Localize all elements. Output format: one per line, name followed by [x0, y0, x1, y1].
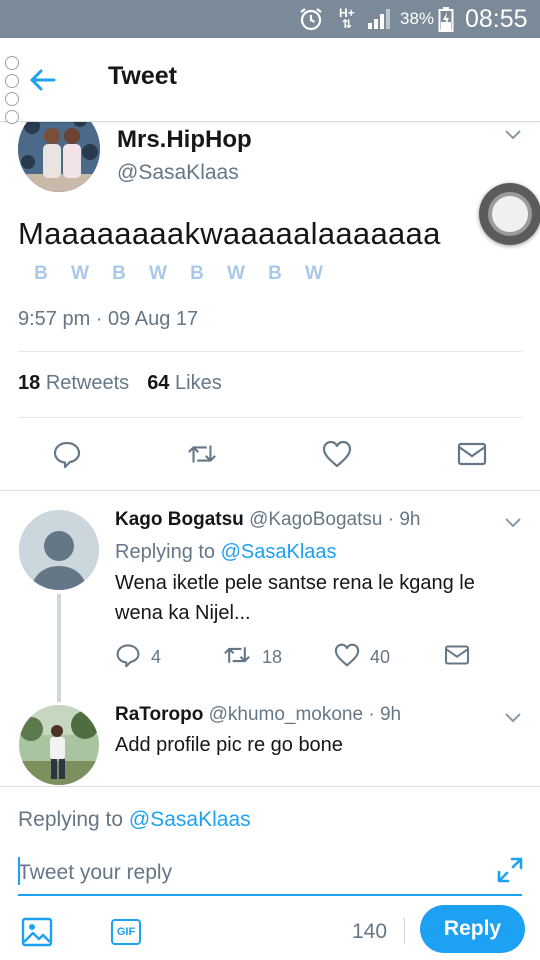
reply-text: Add profile pic re go bone	[115, 734, 343, 756]
retweets-stat[interactable]: 18 Retweets	[18, 372, 129, 395]
status-bar: H+ ⇅ 38% 08:55	[0, 0, 540, 38]
image-icon[interactable]	[19, 914, 55, 950]
compose-reply-context: Replying to @SasaKlaas	[18, 808, 251, 831]
divider	[18, 417, 522, 418]
assistive-touch-button[interactable]	[479, 183, 540, 245]
emoji-w: W	[71, 263, 89, 284]
retweet-count: 18	[262, 646, 283, 667]
reply-reply-action[interactable]: 4	[115, 642, 162, 673]
reply-icon[interactable]	[51, 438, 83, 470]
reply-share-action[interactable]	[444, 644, 470, 670]
reply-header: RaToropo @khumo_mokone · 9h	[115, 704, 401, 726]
reply-button[interactable]: Reply	[420, 905, 525, 953]
like-icon[interactable]	[334, 643, 360, 672]
share-mail-icon[interactable]	[444, 644, 470, 671]
divider	[404, 918, 405, 944]
app-bar: Tweet	[0, 38, 540, 124]
emoji-row: B W B W B W B W	[27, 263, 328, 285]
char-count: 140	[352, 920, 388, 943]
tweet-stats: 18 Retweets 64 Likes	[18, 372, 222, 395]
reply-header: Kago Bogatsu @KagoBogatsu · 9h	[115, 509, 420, 531]
mention-link[interactable]: @SasaKlaas	[221, 541, 337, 563]
status-time: 08:55	[465, 4, 528, 33]
expand-icon[interactable]	[496, 856, 524, 884]
reply-like-action[interactable]: 40	[334, 643, 391, 672]
chevron-down-icon[interactable]	[504, 128, 522, 146]
default-avatar-icon[interactable]	[19, 510, 99, 590]
author-name[interactable]: Mrs.HipHop	[117, 126, 252, 154]
battery-percent: 38%	[400, 9, 435, 28]
emoji-w: W	[305, 263, 323, 284]
retweet-icon[interactable]	[222, 642, 252, 673]
emoji-w: W	[149, 263, 167, 284]
divider	[0, 786, 540, 787]
share-mail-icon[interactable]	[456, 438, 488, 470]
reply-icon[interactable]	[115, 642, 141, 673]
reply-age: · 9h	[368, 704, 402, 725]
emoji-b: B	[34, 263, 48, 284]
reply-context: Replying to @SasaKlaas	[115, 541, 337, 563]
chevron-down-icon[interactable]	[504, 516, 522, 534]
emoji-b: B	[112, 263, 126, 284]
author-handle[interactable]: @SasaKlaas	[117, 161, 239, 185]
thread-line	[57, 594, 61, 702]
page-title: Tweet	[108, 62, 177, 90]
divider	[0, 490, 540, 491]
retweet-icon[interactable]	[186, 438, 218, 470]
mention-link[interactable]: @SasaKlaas	[129, 808, 251, 831]
like-count: 40	[370, 646, 391, 667]
reply-text: Wena iketle pele santse rena le kgang le…	[115, 572, 475, 624]
tweet-text: Maaaaaaaakwaaaaalaaaaaaa	[18, 216, 441, 251]
reply-input[interactable]	[18, 852, 522, 896]
reply-author-handle[interactable]: @khumo_mokone	[209, 704, 363, 725]
emoji-b: B	[190, 263, 204, 284]
chevron-down-icon[interactable]	[504, 711, 522, 729]
reply-author-handle[interactable]: @KagoBogatsu	[249, 509, 382, 530]
reply-age: · 9h	[387, 509, 421, 530]
gif-button[interactable]: GIF	[108, 914, 144, 950]
text-cursor	[18, 857, 20, 885]
emoji-b: B	[268, 263, 282, 284]
back-arrow-icon[interactable]	[26, 64, 58, 96]
signal-icon	[367, 0, 393, 38]
tweet-timestamp[interactable]: 9:57 pm · 09 Aug 17	[18, 308, 198, 331]
reply-author-name[interactable]: Kago Bogatsu	[115, 509, 244, 530]
battery-charging-icon	[438, 0, 454, 38]
network-icon: H+ ⇅	[339, 6, 355, 31]
like-icon[interactable]	[321, 438, 353, 470]
reply-author-name[interactable]: RaToropo	[115, 704, 203, 725]
emoji-w: W	[227, 263, 245, 284]
avatar[interactable]	[19, 705, 99, 785]
reply-retweet-action[interactable]: 18	[222, 644, 282, 670]
likes-stat[interactable]: 64 Likes	[147, 372, 222, 395]
divider	[18, 351, 522, 352]
drag-handle[interactable]	[5, 56, 19, 124]
reply-count: 4	[151, 646, 162, 667]
gif-icon: GIF	[111, 919, 141, 945]
alarm-icon	[298, 0, 324, 38]
